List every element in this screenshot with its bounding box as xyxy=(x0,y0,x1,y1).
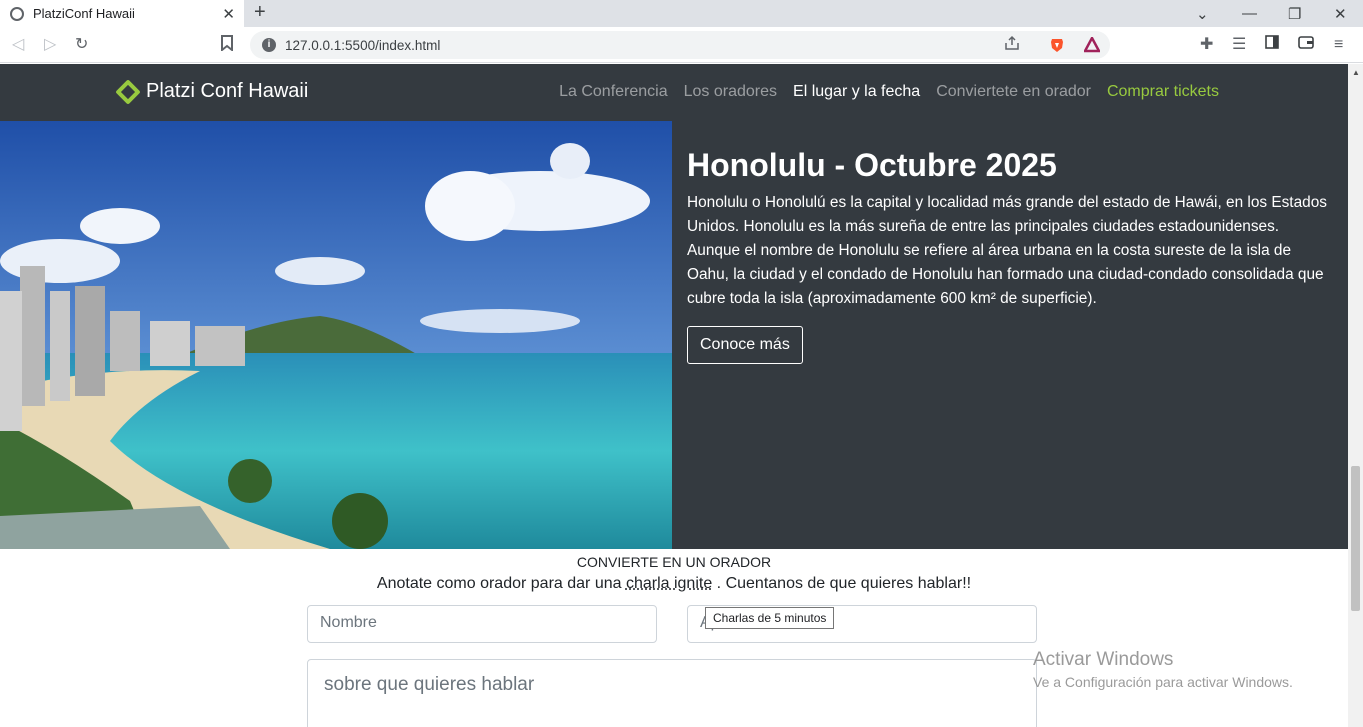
lead-text-start: Anotate como orador para dar una xyxy=(376,575,626,592)
honolulu-photo xyxy=(0,121,672,549)
address-bar[interactable]: i 127.0.0.1:5500/index.html xyxy=(250,31,1110,59)
browser-toolbar: ◁ ▷ ↻ i 127.0.0.1:5500/index.html ✚ ☰ ≡ xyxy=(0,27,1363,63)
topic-textarea[interactable]: sobre que quieres hablar xyxy=(307,659,1037,727)
ignite-tooltip: Charlas de 5 minutos xyxy=(705,607,835,629)
back-icon[interactable]: ◁ xyxy=(12,35,24,55)
windows-activation-watermark: Activar Windows Ve a Configuración para … xyxy=(1033,649,1293,690)
wallet-icon[interactable] xyxy=(1298,35,1314,55)
scroll-up-icon[interactable]: ▲ xyxy=(1352,68,1360,77)
nav-link-conferencia[interactable]: La Conferencia xyxy=(559,83,668,101)
scroll-thumb[interactable] xyxy=(1351,466,1360,611)
menu-icon[interactable]: ≡ xyxy=(1334,35,1343,55)
bookmark-icon[interactable] xyxy=(220,35,234,57)
nav-links: La Conferencia Los oradores El lugar y l… xyxy=(559,83,1219,101)
name-input[interactable]: Nombre xyxy=(307,605,657,643)
page-viewport: Platzi Conf Hawaii La Conferencia Los or… xyxy=(0,64,1348,727)
site-navbar: Platzi Conf Hawaii La Conferencia Los or… xyxy=(0,64,1348,121)
speaker-lead: Anotate como orador para dar una charla … xyxy=(0,575,1348,593)
extensions-icon[interactable]: ✚ xyxy=(1200,35,1213,55)
nav-link-lugar-fecha[interactable]: El lugar y la fecha xyxy=(793,83,920,101)
media-icon[interactable]: ☰ xyxy=(1232,35,1246,55)
url-text: 127.0.0.1:5500/index.html xyxy=(285,37,441,53)
tab-title: PlatziConf Hawaii xyxy=(33,6,135,21)
ignite-abbr[interactable]: charla ignite xyxy=(626,575,712,592)
venue-info: Honolulu - Octubre 2025 Honolulu o Honol… xyxy=(687,147,1327,364)
speaker-section: CONVIERTE EN UN ORADOR Anotate como orad… xyxy=(0,549,1348,593)
new-tab-button[interactable]: + xyxy=(254,1,266,24)
brave-rewards-icon[interactable] xyxy=(1084,37,1100,53)
reload-icon[interactable]: ↻ xyxy=(75,35,88,55)
browser-tab[interactable]: PlatziConf Hawaii ✕ xyxy=(0,0,244,27)
globe-icon xyxy=(10,6,24,21)
platzi-logo-icon xyxy=(115,78,141,105)
venue-description: Honolulu o Honolulú es la capital y loca… xyxy=(687,194,1327,307)
tab-strip: PlatziConf Hawaii ✕ + ⌄ — ❐ ✕ xyxy=(0,0,1363,27)
close-tab-icon[interactable]: ✕ xyxy=(222,5,235,23)
minimize-icon[interactable]: — xyxy=(1242,0,1257,27)
restore-icon[interactable]: ❐ xyxy=(1288,0,1301,27)
site-info-icon[interactable]: i xyxy=(262,38,276,52)
venue-section: Honolulu - Octubre 2025 Honolulu o Honol… xyxy=(0,121,1348,549)
share-icon[interactable] xyxy=(1004,35,1020,57)
nav-link-oradores[interactable]: Los oradores xyxy=(684,83,777,101)
page-scrollbar[interactable]: ▲ xyxy=(1348,64,1363,727)
watermark-subtitle: Ve a Configuración para activar Windows. xyxy=(1033,674,1293,690)
forward-icon[interactable]: ▷ xyxy=(44,35,56,55)
brand-name: Platzi Conf Hawaii xyxy=(146,80,309,102)
watermark-title: Activar Windows xyxy=(1033,649,1174,670)
sidebar-icon[interactable] xyxy=(1265,35,1279,55)
site-brand[interactable]: Platzi Conf Hawaii xyxy=(115,78,309,105)
nav-link-tickets[interactable]: Comprar tickets xyxy=(1107,83,1219,101)
learn-more-button[interactable]: Conoce más xyxy=(687,326,803,364)
speaker-heading: CONVIERTE EN UN ORADOR xyxy=(576,554,772,570)
nav-link-orador[interactable]: Conviertete en orador xyxy=(936,83,1091,101)
lead-text-end: . Cuentanos de que quieres hablar!! xyxy=(712,575,972,592)
brave-shield-icon[interactable] xyxy=(1049,37,1065,53)
venue-title: Honolulu - Octubre 2025 xyxy=(687,147,1057,183)
tab-search-icon[interactable]: ⌄ xyxy=(1196,0,1209,27)
window-close-icon[interactable]: ✕ xyxy=(1334,0,1347,27)
